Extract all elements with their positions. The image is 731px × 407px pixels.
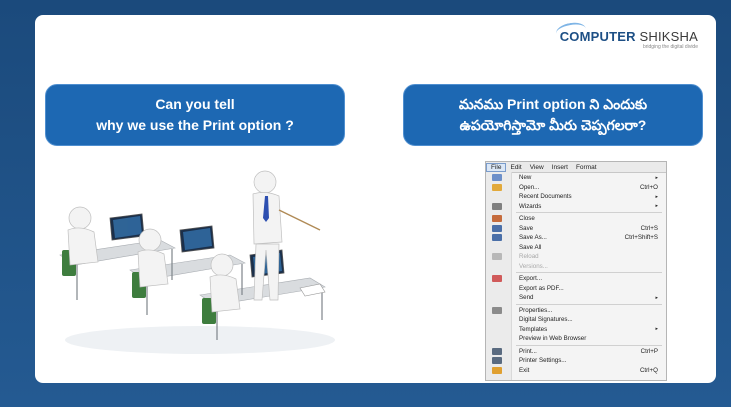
menu-bar-insert[interactable]: Insert <box>548 164 572 171</box>
menu-item-shortcut: Ctrl+O <box>639 183 658 191</box>
menu-item-close[interactable]: Close <box>486 214 666 224</box>
menu-item-recent-documents[interactable]: Recent Documents ▸ <box>486 192 666 202</box>
menu-item-label: Save All <box>519 243 542 251</box>
menu-item-label: Export as PDF... <box>519 284 564 292</box>
menu-item-label: Digital Signatures... <box>519 316 573 324</box>
logo-tagline: bridging the digital divide <box>642 44 698 50</box>
menu-item-label: New <box>519 174 532 182</box>
menu-item-versions[interactable]: Versions... <box>486 262 666 272</box>
submenu-arrow-icon: ▸ <box>655 174 658 181</box>
menu-item-preview-in-web-browser[interactable]: Preview in Web Browser <box>486 334 666 344</box>
menu-item-send[interactable]: Send ▸ <box>486 293 666 303</box>
menu-item-label: Export... <box>519 275 543 283</box>
exit-icon <box>492 366 502 374</box>
classroom-illustration <box>59 170 335 354</box>
question-english-line2: why we use the Print option ? <box>96 117 294 133</box>
submenu-arrow-icon: ▸ <box>655 203 658 210</box>
menu-bar: File Edit View Insert Format <box>486 162 666 173</box>
question-telugu-line1: మనము Print option ని ఎందుకు <box>458 96 648 112</box>
logo-brand-rest: SHIKSHA <box>635 29 698 44</box>
menu-item-shortcut: Ctrl+P <box>640 347 658 355</box>
question-telugu-line2: ఉపయోగిస్తామో మీరు చెప్పగలరా? <box>459 117 647 133</box>
menu-item-exit[interactable]: Exit Ctrl+Q <box>486 366 666 376</box>
menu-item-printer-settings[interactable]: Printer Settings... <box>486 356 666 366</box>
menu-item-open[interactable]: Open... Ctrl+O <box>486 183 666 193</box>
menu-item-export[interactable]: Export... <box>486 274 666 284</box>
menu-item-templates[interactable]: Templates ▸ <box>486 325 666 335</box>
wizard-icon <box>492 202 502 210</box>
question-telugu-box: మనము Print option ని ఎందుకు ఉపయోగిస్తామో… <box>403 84 703 146</box>
menu-item-label: Properties... <box>519 306 553 314</box>
menu-item-save[interactable]: Save Ctrl+S <box>486 224 666 234</box>
menu-item-label: Versions... <box>519 262 548 270</box>
menu-bar-format[interactable]: Format <box>572 164 601 171</box>
menu-bar-file[interactable]: File <box>486 162 507 172</box>
menu-item-shortcut: Ctrl+Shift+S <box>624 234 658 242</box>
menu-item-save-all[interactable]: Save All <box>486 243 666 253</box>
reload-icon <box>492 253 502 261</box>
submenu-arrow-icon: ▸ <box>655 294 658 301</box>
menu-item-label: Send <box>519 294 534 302</box>
question-english-line1: Can you tell <box>155 96 235 112</box>
slide-card: COMPUTER SHIKSHA bridging the digital di… <box>35 15 716 383</box>
file-menu-items: New ▸ Open... Ctrl+O Recent Documents ▸ Wizard… <box>486 173 666 375</box>
export-icon <box>492 275 502 283</box>
menu-item-shortcut: Ctrl+Q <box>639 366 658 374</box>
menu-item-label: Wizards <box>519 202 542 210</box>
slide-background: COMPUTER SHIKSHA bridging the digital di… <box>0 0 731 407</box>
menu-separator <box>516 212 662 213</box>
menu-item-label: Reload <box>519 253 539 261</box>
print-icon <box>492 347 502 355</box>
save-icon <box>492 224 502 232</box>
menu-item-save-as[interactable]: Save As... Ctrl+Shift+S <box>486 233 666 243</box>
computer-shiksha-logo: COMPUTER SHIKSHA bridging the digital di… <box>554 20 698 50</box>
menu-bar-view[interactable]: View <box>526 164 548 171</box>
close-doc-icon <box>492 215 502 223</box>
menu-item-label: Recent Documents <box>519 193 572 201</box>
submenu-arrow-icon: ▸ <box>655 326 658 333</box>
menu-item-new[interactable]: New ▸ <box>486 173 666 183</box>
menu-item-label: Close <box>519 215 535 223</box>
folder-icon <box>492 183 502 191</box>
menu-item-shortcut: Ctrl+S <box>640 224 658 232</box>
menu-item-print[interactable]: Print... Ctrl+P <box>486 347 666 357</box>
menu-item-properties[interactable]: Properties... <box>486 306 666 316</box>
submenu-arrow-icon: ▸ <box>655 193 658 200</box>
menu-item-label: Printer Settings... <box>519 357 567 365</box>
menu-item-label: Templates <box>519 325 548 333</box>
save-as-icon <box>492 234 502 242</box>
menu-item-reload[interactable]: Reload <box>486 252 666 262</box>
menu-separator <box>516 272 662 273</box>
menu-separator <box>516 344 662 346</box>
printer-settings-icon <box>492 357 502 365</box>
file-menu-screenshot: File Edit View Insert Format New ▸ Open... Ctrl… <box>485 161 667 381</box>
question-english-box: Can you tell why we use the Print option… <box>45 84 345 146</box>
menu-separator <box>516 303 662 305</box>
menu-item-wizards[interactable]: Wizards ▸ <box>486 202 666 212</box>
menu-item-digital-signatures[interactable]: Digital Signatures... <box>486 315 666 325</box>
menu-bar-edit[interactable]: Edit <box>506 164 525 171</box>
menu-item-label: Preview in Web Browser <box>519 335 587 343</box>
properties-icon <box>492 306 502 314</box>
new-doc-icon <box>492 174 502 182</box>
menu-item-export-as-pdf[interactable]: Export as PDF... <box>486 284 666 294</box>
